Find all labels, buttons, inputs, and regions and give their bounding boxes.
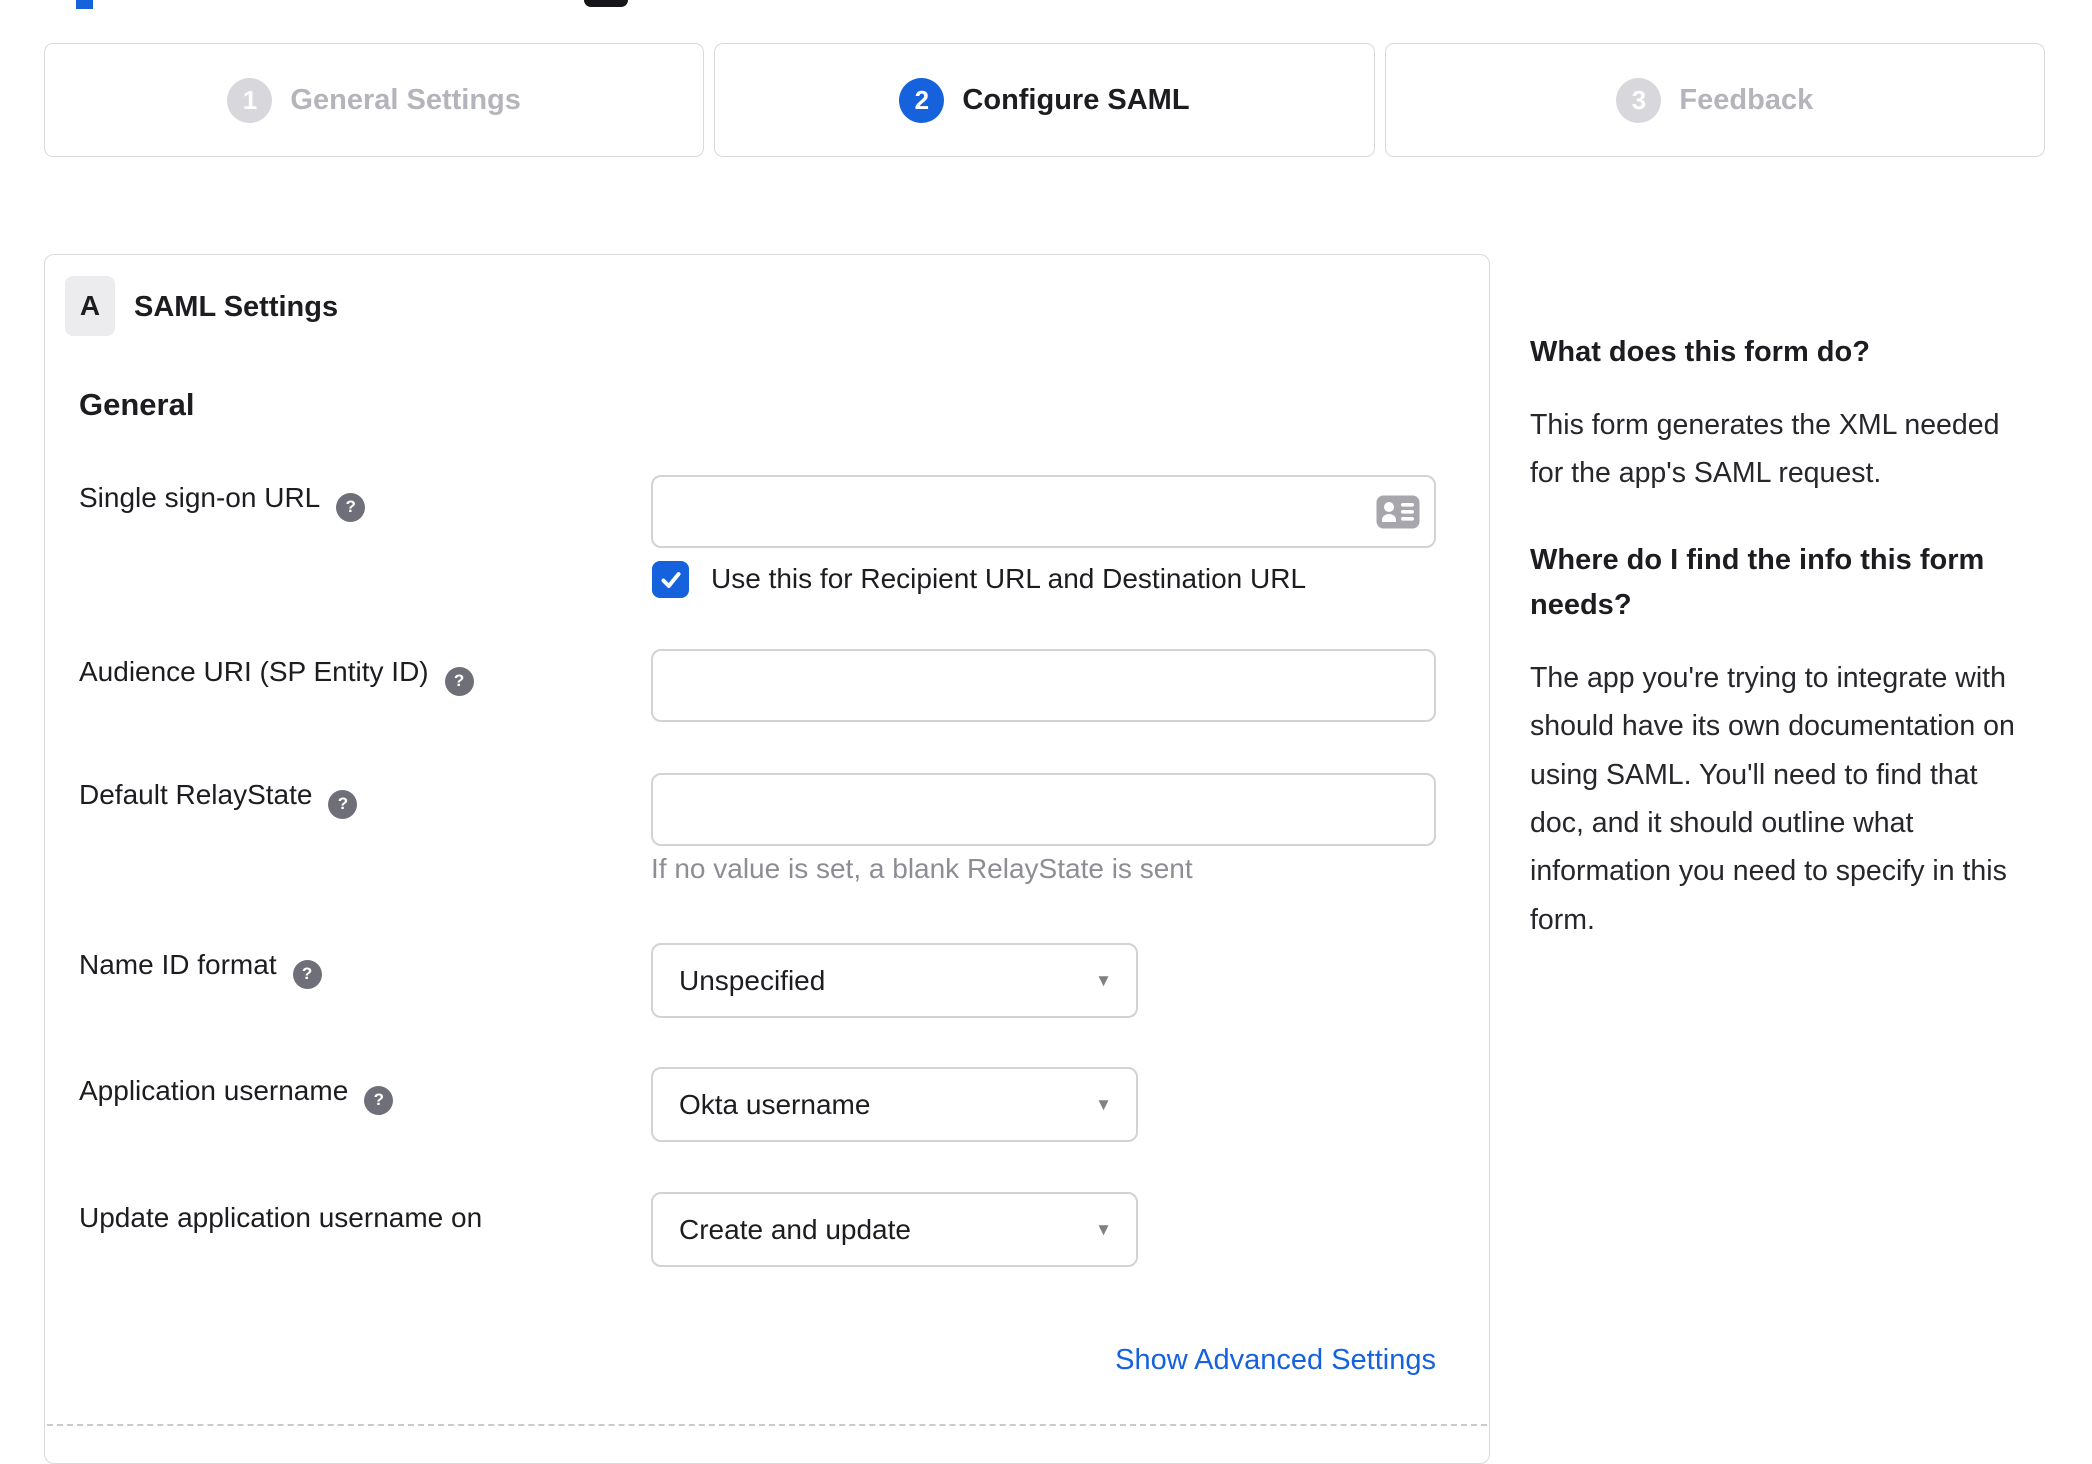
audience-uri-help-icon[interactable]: ? xyxy=(444,666,474,696)
wizard-stepper: 1 General Settings 2 Configure SAML 3 Fe… xyxy=(44,43,2045,157)
contact-card-icon[interactable] xyxy=(1376,495,1420,529)
clipped-logo-fragment xyxy=(584,0,628,7)
audience-uri-input[interactable] xyxy=(651,649,1436,722)
sso-url-input[interactable] xyxy=(651,475,1436,548)
group-title: General xyxy=(79,387,195,422)
step-feedback[interactable]: 3 Feedback xyxy=(1384,43,2045,157)
update-username-label: Update application username on xyxy=(79,1202,483,1233)
show-advanced-settings-link[interactable]: Show Advanced Settings xyxy=(1115,1344,1436,1377)
help-heading-1: What does this form do? xyxy=(1530,336,1870,368)
help-body-2: The app you're trying to integrate with … xyxy=(1530,661,2015,936)
audience-uri-label: Audience URI (SP Entity ID)? xyxy=(79,656,474,696)
nameid-format-label: Name ID format? xyxy=(79,949,322,989)
step-3-number: 3 xyxy=(1616,77,1662,123)
chevron-down-icon: ▼ xyxy=(1095,1219,1112,1239)
section-badge: A xyxy=(65,276,115,336)
saml-settings-panel: A SAML Settings General Single sign-on U… xyxy=(44,254,1490,1464)
help-body-1: This form generates the XML needed for t… xyxy=(1530,408,2000,490)
app-username-value: Okta username xyxy=(679,1088,871,1120)
step-general-settings[interactable]: 1 General Settings xyxy=(44,43,705,157)
chevron-down-icon: ▼ xyxy=(1095,1094,1112,1114)
step-2-number: 2 xyxy=(899,77,945,123)
step-1-label: General Settings xyxy=(290,83,521,116)
relaystate-label: Default RelayState? xyxy=(79,779,358,819)
sso-url-label: Single sign-on URL? xyxy=(79,482,366,522)
help-heading-2: Where do I find the info this form needs… xyxy=(1530,543,1985,621)
step-1-number: 1 xyxy=(227,77,273,123)
sso-url-help-icon[interactable]: ? xyxy=(336,492,366,522)
relaystate-input[interactable] xyxy=(651,773,1436,846)
relaystate-help-icon[interactable]: ? xyxy=(328,789,358,819)
update-username-value: Create and update xyxy=(679,1213,911,1245)
app-username-help-icon[interactable]: ? xyxy=(364,1085,394,1115)
nameid-format-value: Unspecified xyxy=(679,964,826,996)
app-username-label: Application username? xyxy=(79,1075,394,1115)
chevron-down-icon: ▼ xyxy=(1095,970,1112,990)
clipped-blue-fragment xyxy=(76,0,93,9)
use-for-recipient-checkbox[interactable] xyxy=(652,561,689,598)
sso-url-input-wrap xyxy=(651,475,1436,548)
help-sidebar: What does this form do? This form genera… xyxy=(1530,330,2035,984)
use-for-recipient-label[interactable]: Use this for Recipient URL and Destinati… xyxy=(711,563,1306,595)
nameid-format-select[interactable]: Unspecified ▼ xyxy=(651,943,1138,1018)
relaystate-hint: If no value is set, a blank RelayState i… xyxy=(651,853,1193,884)
check-icon xyxy=(660,571,681,588)
app-username-select[interactable]: Okta username ▼ xyxy=(651,1067,1138,1142)
step-configure-saml[interactable]: 2 Configure SAML xyxy=(714,43,1375,157)
update-username-select[interactable]: Create and update ▼ xyxy=(651,1192,1138,1267)
step-2-label: Configure SAML xyxy=(962,83,1190,116)
step-3-label: Feedback xyxy=(1679,83,1814,116)
section-title: SAML Settings xyxy=(134,291,339,323)
nameid-format-help-icon[interactable]: ? xyxy=(292,959,322,989)
